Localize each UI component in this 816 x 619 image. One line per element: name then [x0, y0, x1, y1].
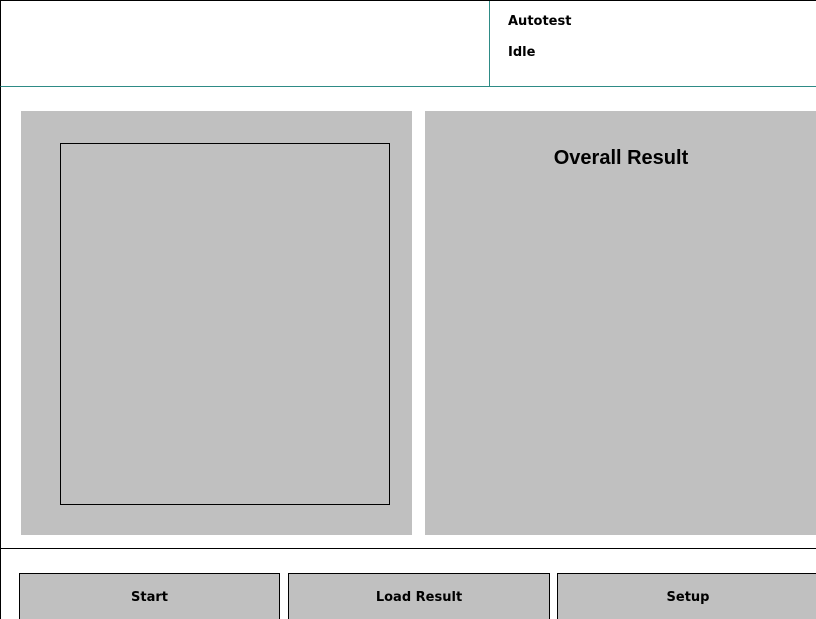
- preview-frame: [60, 143, 390, 505]
- start-button[interactable]: Start: [19, 573, 280, 619]
- mode-label: Autotest: [508, 14, 572, 29]
- setup-button[interactable]: Setup: [557, 573, 816, 619]
- preview-panel: [21, 111, 412, 535]
- header-divider: [489, 1, 490, 87]
- autotest-window: Autotest Idle Overall Result Start Load …: [0, 0, 816, 619]
- overall-result-title: Overall Result: [553, 147, 689, 169]
- result-panel: Overall Result: [425, 111, 816, 535]
- state-label: Idle: [508, 45, 536, 60]
- button-bar: Start Load Result Setup: [0, 549, 816, 619]
- load-result-button[interactable]: Load Result: [288, 573, 550, 619]
- header-bar: Autotest Idle: [0, 0, 816, 87]
- main-content: Overall Result: [0, 87, 816, 548]
- status-area: Autotest Idle: [491, 1, 811, 87]
- header-blank-area: [1, 1, 489, 87]
